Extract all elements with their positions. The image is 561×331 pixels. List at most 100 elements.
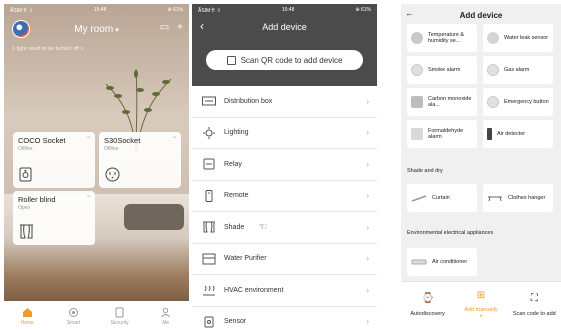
shade-icon xyxy=(203,221,215,233)
gas-alarm-icon xyxy=(487,64,499,76)
message-icon[interactable]: ▭ xyxy=(160,22,169,33)
remote-icon xyxy=(205,189,213,202)
device-label: Carbon monoxide ala... xyxy=(428,95,472,109)
category-shade[interactable]: Shade ☜ › xyxy=(192,212,377,244)
device-gas-alarm[interactable]: Gas alarm xyxy=(483,56,553,84)
more-icon[interactable]: ··· xyxy=(86,134,91,141)
device-label: Water leak sensor xyxy=(504,34,549,41)
formaldehyde-icon xyxy=(411,128,423,140)
room-selector[interactable]: My room ▾ xyxy=(74,24,118,35)
curtain-icon xyxy=(20,224,33,239)
category-label: Shade xyxy=(224,223,245,231)
category-sensor[interactable]: Sensor › xyxy=(192,306,377,331)
section-title-environmental: Environmental electrical appliances xyxy=(407,230,494,236)
smart-icon xyxy=(68,307,78,317)
carrier-text: ÃSIM卡 ⇧ xyxy=(198,7,221,14)
header-panel: ÃSIM卡 ⇧ 15:48 ⊕ 61% ‹ Add device Scan QR… xyxy=(192,4,377,86)
room-title: My room xyxy=(74,23,114,35)
carrier-text: ÃSIM卡 ⇧ xyxy=(10,7,33,14)
scan-code-button[interactable]: ⛶ Scan code to add xyxy=(508,282,561,331)
device-curtain[interactable]: Curtain xyxy=(407,184,477,212)
device-air-detector[interactable]: Air detector xyxy=(483,120,553,148)
device-card-coco-socket[interactable]: COCO Socket Offline ··· xyxy=(13,132,95,188)
device-label: Clothes hanger xyxy=(508,194,546,201)
sensor-icon xyxy=(204,316,214,328)
status-bar: ÃSIM卡 ⇧ 15:48 ⊕ 61% xyxy=(192,4,377,16)
page-header: ‹ Add device xyxy=(192,16,377,38)
chevron-right-icon: › xyxy=(366,128,369,138)
add-device-type-screen: ← Add device Temperature & humidity se..… xyxy=(401,4,561,331)
device-water-leak[interactable]: Water leak sensor xyxy=(483,24,553,52)
category-relay[interactable]: Relay › xyxy=(192,149,377,181)
device-status: Offline xyxy=(104,146,119,152)
chevron-right-icon: › xyxy=(366,96,369,106)
device-card-s30socket[interactable]: S30Socket Offline ··· xyxy=(99,132,181,188)
avatar[interactable] xyxy=(12,20,30,38)
emergency-button-icon xyxy=(487,96,499,108)
security-icon xyxy=(115,307,124,317)
tab-home[interactable]: Home xyxy=(4,301,50,331)
device-air-conditioner[interactable]: Air conditioner xyxy=(407,248,477,276)
home-header: My room ▾ ▭ + xyxy=(4,18,189,40)
chevron-down-icon: ▾ xyxy=(115,26,119,34)
device-carbon-monoxide[interactable]: Carbon monoxide ala... xyxy=(407,88,477,116)
chevron-right-icon: › xyxy=(366,285,369,295)
scan-label: Scan QR code to add device xyxy=(240,55,343,65)
device-card-roller-blind[interactable]: Roller blind Open ··· xyxy=(13,191,95,245)
more-icon[interactable]: ··· xyxy=(172,134,177,141)
water-purifier-icon xyxy=(202,253,216,265)
autodiscovery-icon: ⌚ xyxy=(421,293,434,304)
battery-text: ⊕ 61% xyxy=(355,7,371,13)
category-label: Remote xyxy=(224,192,249,200)
device-temperature-humidity[interactable]: Temperature & humidity se... xyxy=(407,24,477,52)
add-manually-icon: ⊞ xyxy=(476,289,486,301)
device-smoke-alarm[interactable]: Smoke alarm xyxy=(407,56,477,84)
category-lighting[interactable]: Lighting › xyxy=(192,117,377,149)
category-remote[interactable]: Remote › xyxy=(192,180,377,212)
device-label: Formaldehyde alarm xyxy=(428,127,464,141)
add-manually-button[interactable]: ⊞ Add manually • xyxy=(454,282,507,331)
category-list: Distribution box › Lighting › Relay › Re… xyxy=(192,86,377,331)
tab-smart[interactable]: Smart xyxy=(50,301,96,331)
device-label: Temperature & humidity se... xyxy=(428,31,465,45)
category-label: Lighting xyxy=(224,129,249,137)
chevron-right-icon: › xyxy=(366,222,369,232)
category-distribution-box[interactable]: Distribution box › xyxy=(192,86,377,118)
temperature-sensor-icon xyxy=(411,32,423,44)
home-screen: ÃSIM卡 ⇧ 15:48 ⊕ 61% My room ▾ ▭ + 1 light… xyxy=(4,4,189,331)
device-name: COCO Socket xyxy=(18,136,66,145)
device-label: Air conditioner xyxy=(432,258,468,265)
background-pillow xyxy=(124,204,184,230)
light-notice[interactable]: 1 light need to be turned off > xyxy=(12,46,84,52)
device-label: Emergency button xyxy=(504,98,549,105)
add-device-category-screen: ÃSIM卡 ⇧ 15:48 ⊕ 61% ‹ Add device Scan QR… xyxy=(192,4,377,331)
back-icon[interactable]: ‹ xyxy=(200,19,204,33)
more-icon[interactable]: ··· xyxy=(86,193,91,200)
category-hvac-environment[interactable]: HVAC environment › xyxy=(192,275,377,307)
autodiscovery-button[interactable]: ⌚ Autodiscovery xyxy=(401,282,454,331)
device-label: Curtain xyxy=(432,194,450,201)
add-icon[interactable]: + xyxy=(177,22,183,33)
battery-text: ⊕ 61% xyxy=(167,7,183,13)
scan-qr-button[interactable]: Scan QR code to add device xyxy=(206,50,363,70)
device-label: Gas alarm xyxy=(504,66,530,73)
bottom-action-bar: ⌚ Autodiscovery ⊞ Add manually • ⛶ Scan … xyxy=(401,281,561,331)
section-title-shade: Shade and dry xyxy=(407,168,443,174)
air-conditioner-icon xyxy=(411,259,427,265)
curtain-icon xyxy=(411,195,427,202)
category-label: Distribution box xyxy=(224,97,273,105)
category-label: Water Purifier xyxy=(224,255,267,263)
tab-me[interactable]: Me xyxy=(143,301,189,331)
tab-security[interactable]: Security xyxy=(97,301,143,331)
device-clothes-hanger[interactable]: Clothes hanger xyxy=(483,184,553,212)
device-status: Open xyxy=(18,205,31,211)
device-emergency-button[interactable]: Emergency button xyxy=(483,88,553,116)
category-label: Sensor xyxy=(224,318,247,326)
category-label: HVAC environment xyxy=(224,286,284,294)
outlet-icon xyxy=(105,167,120,182)
tab-label: Smart xyxy=(66,319,81,326)
device-formaldehyde-alarm[interactable]: Formaldehyde alarm xyxy=(407,120,477,148)
category-water-purifier[interactable]: Water Purifier › xyxy=(192,243,377,275)
back-arrow-icon[interactable]: ← xyxy=(405,8,414,18)
bottom-label: Scan code to add xyxy=(512,310,556,317)
